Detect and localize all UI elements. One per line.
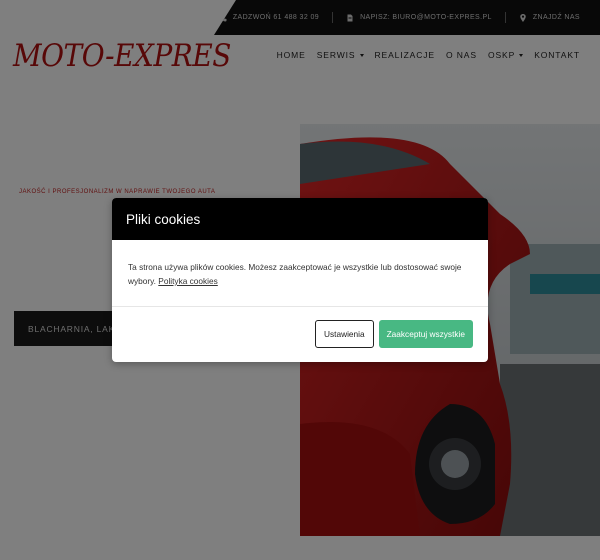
cookie-dialog-title: Pliki cookies xyxy=(112,198,488,240)
accept-all-cookies-button[interactable]: Zaakceptuj wszystkie xyxy=(378,320,473,348)
cookie-policy-link[interactable]: Polityka cookies xyxy=(158,276,218,286)
cookie-settings-button[interactable]: Ustawienia xyxy=(315,320,374,348)
cookie-dialog-body: Ta strona używa plików cookies. Możesz z… xyxy=(112,240,488,307)
cookie-dialog-actions: Ustawienia Zaakceptuj wszystkie xyxy=(112,307,488,348)
cookie-dialog: Pliki cookies Ta strona używa plików coo… xyxy=(112,198,488,362)
